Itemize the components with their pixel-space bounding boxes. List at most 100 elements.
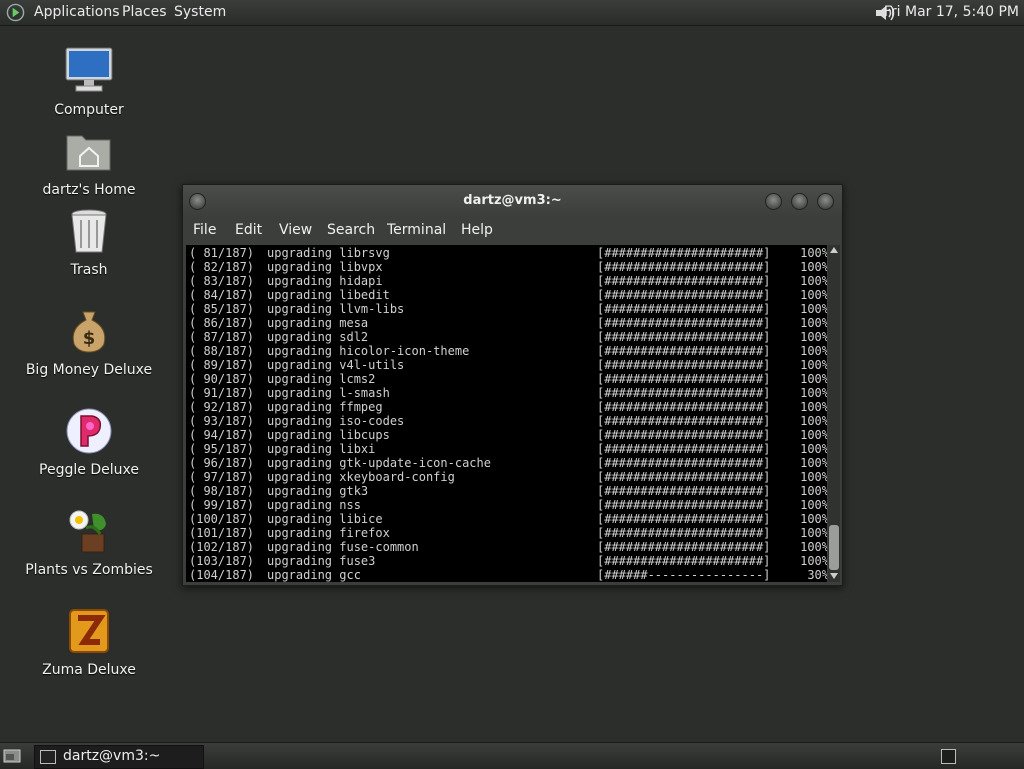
desktop-icon-peggle[interactable]: Peggle Deluxe xyxy=(24,406,154,478)
terminal-line-msg: upgrading iso-codes xyxy=(267,414,405,428)
minimize-button[interactable] xyxy=(765,193,782,210)
computer-icon xyxy=(65,47,113,92)
terminal-icon xyxy=(40,750,56,764)
terminal-line-msg: upgrading nss xyxy=(267,498,361,512)
desktop-icon-label: Computer xyxy=(54,102,124,118)
terminal-line-num: (100/187) xyxy=(189,512,255,526)
home-folder-icon xyxy=(66,135,111,171)
workspace-switcher[interactable] xyxy=(941,749,956,764)
terminal-line-bar: [######################] xyxy=(597,386,771,400)
terminal-line-pct: 100% xyxy=(800,344,827,358)
scroll-thumb[interactable] xyxy=(829,525,839,570)
terminal-line-pct: 100% xyxy=(800,526,827,540)
maximize-button[interactable] xyxy=(791,193,808,210)
menu-view[interactable]: View xyxy=(279,222,312,238)
applications-menu[interactable]: Applications xyxy=(34,4,120,20)
desktop-icon-big-money[interactable]: $ Big Money Deluxe xyxy=(24,306,154,378)
desktop-icon-label: Big Money Deluxe xyxy=(25,362,153,378)
terminal-line-bar: [######################] xyxy=(597,484,771,498)
menu-edit[interactable]: Edit xyxy=(235,222,262,238)
window-titlebar[interactable]: dartz@vm3:~ xyxy=(183,185,842,217)
menu-help[interactable]: Help xyxy=(461,222,493,238)
terminal-line-bar: [######################] xyxy=(597,400,771,414)
menu-terminal[interactable]: Terminal xyxy=(387,222,446,238)
desktop-icon-label: dartz's Home xyxy=(42,182,136,198)
desktop-icon-zuma[interactable]: Zuma Deluxe xyxy=(24,606,154,678)
peggle-icon xyxy=(66,408,112,454)
places-menu[interactable]: Places xyxy=(122,4,167,20)
terminal-line-num: ( 93/187) xyxy=(189,414,255,428)
terminal-line-bar: [######################] xyxy=(597,344,771,358)
terminal-line-num: ( 87/187) xyxy=(189,330,255,344)
terminal-menubar: File Edit View Search Terminal Help xyxy=(183,217,842,245)
terminal-line-bar: [######################] xyxy=(597,316,771,330)
desktop-icon-trash[interactable]: Trash xyxy=(24,206,154,278)
terminal-line-msg: upgrading libcups xyxy=(267,428,390,442)
main-menu-logo-icon[interactable] xyxy=(6,3,25,22)
clock[interactable]: Fri Mar 17, 5:40 PM xyxy=(884,4,1019,20)
terminal-line-msg: upgrading gtk3 xyxy=(267,484,369,498)
terminal-line-pct: 100% xyxy=(800,428,827,442)
terminal-line-bar: [######################] xyxy=(597,456,771,470)
terminal-line-num: (101/187) xyxy=(189,526,255,540)
desktop-icon-computer[interactable]: Computer xyxy=(24,46,154,118)
menu-file[interactable]: File xyxy=(193,222,216,238)
terminal-line-num: ( 86/187) xyxy=(189,316,255,330)
scroll-down-arrow-icon[interactable] xyxy=(830,573,838,579)
terminal-line-pct: 100% xyxy=(800,288,827,302)
menu-search[interactable]: Search xyxy=(327,222,375,238)
terminal-line-msg: upgrading l-smash xyxy=(267,386,390,400)
terminal-line-msg: upgrading fuse-common xyxy=(267,540,419,554)
bottom-panel: dartz@vm3:~ xyxy=(0,742,1024,769)
terminal-line-msg: upgrading xkeyboard-config xyxy=(267,470,455,484)
desktop-icon-plants-vs-zombies[interactable]: Plants vs Zombies xyxy=(24,506,154,578)
terminal-line-msg: upgrading v4l-utils xyxy=(267,358,405,372)
terminal-line-num: ( 89/187) xyxy=(189,358,255,372)
terminal-line-bar: [######################] xyxy=(597,498,771,512)
terminal-line-bar: [######################] xyxy=(597,274,771,288)
terminal-line-msg: upgrading libxi xyxy=(267,442,376,456)
terminal-line-msg: upgrading firefox xyxy=(267,526,390,540)
terminal-line-msg: upgrading hidapi xyxy=(267,274,383,288)
terminal-line-num: (104/187) xyxy=(189,568,255,582)
terminal-line-bar: [######################] xyxy=(597,414,771,428)
svg-text:$: $ xyxy=(83,328,96,349)
window-title: dartz@vm3:~ xyxy=(463,193,562,208)
terminal-line-num: ( 88/187) xyxy=(189,344,255,358)
terminal-line-num: ( 82/187) xyxy=(189,260,255,274)
show-desktop-icon[interactable] xyxy=(3,748,21,764)
terminal-line-pct: 30% xyxy=(807,568,827,582)
terminal-line-bar: [######################] xyxy=(597,540,771,554)
terminal-line-bar: [######################] xyxy=(597,260,771,274)
money-bag-icon: $ xyxy=(72,311,106,353)
terminal-line-pct: 100% xyxy=(800,512,827,526)
terminal-output[interactable]: ( 81/187) upgrading librsvg [#############… xyxy=(186,245,827,582)
terminal-scrollbar[interactable] xyxy=(828,245,840,582)
terminal-line-msg: upgrading fuse3 xyxy=(267,554,376,568)
terminal-line-pct: 100% xyxy=(800,456,827,470)
scroll-up-arrow-icon[interactable] xyxy=(830,247,838,253)
terminal-line-msg: upgrading lcms2 xyxy=(267,372,376,386)
terminal-line-msg: upgrading llvm-libs xyxy=(267,302,405,316)
terminal-line-num: ( 91/187) xyxy=(189,386,255,400)
system-menu[interactable]: System xyxy=(174,4,226,20)
desktop-icon-label: Plants vs Zombies xyxy=(25,562,153,578)
terminal-line-bar: [######################] xyxy=(597,470,771,484)
terminal-line-pct: 100% xyxy=(800,554,827,568)
desktop-icon-label: Trash xyxy=(70,262,108,278)
taskbar-terminal-button[interactable]: dartz@vm3:~ xyxy=(34,745,204,769)
close-button[interactable] xyxy=(817,193,834,210)
terminal-line-pct: 100% xyxy=(800,358,827,372)
trash-icon xyxy=(71,209,107,253)
terminal-line-msg: upgrading gtk-update-icon-cache xyxy=(267,456,491,470)
terminal-line-bar: [######################] xyxy=(597,358,771,372)
desktop-icon-home[interactable]: dartz's Home xyxy=(24,126,154,198)
terminal-line-msg: upgrading gcc xyxy=(267,568,361,582)
terminal-line-pct: 100% xyxy=(800,260,827,274)
terminal-line-pct: 100% xyxy=(800,386,827,400)
terminal-line-bar: [######################] xyxy=(597,372,771,386)
terminal-line-num: ( 97/187) xyxy=(189,470,255,484)
desktop-icon-label: Peggle Deluxe xyxy=(39,462,139,478)
terminal-line-num: ( 99/187) xyxy=(189,498,255,512)
terminal-line-pct: 100% xyxy=(800,470,827,484)
